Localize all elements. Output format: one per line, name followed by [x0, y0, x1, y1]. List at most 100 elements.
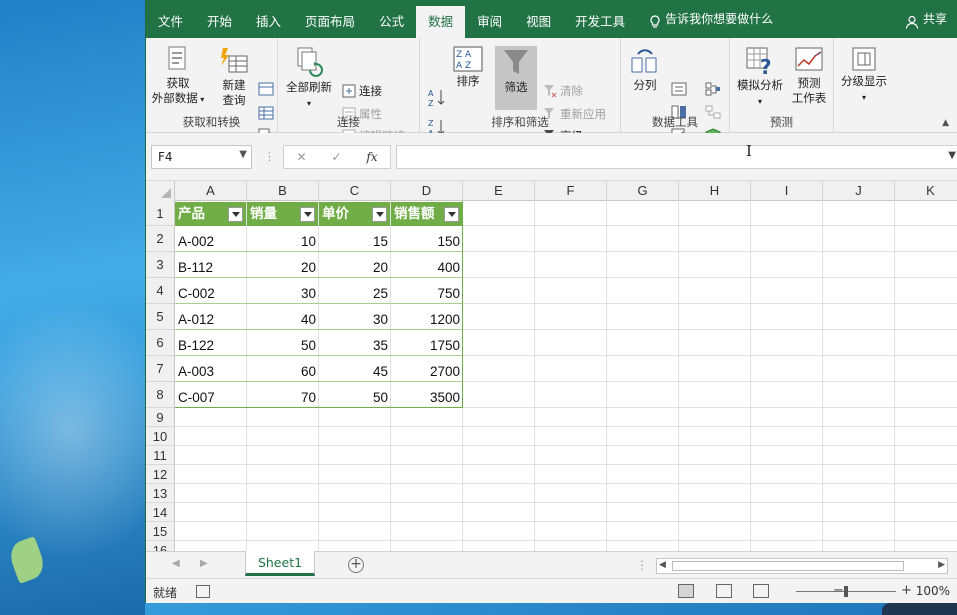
tab-4[interactable]: 公式 [367, 0, 416, 38]
table-cell[interactable]: 3500 [391, 382, 463, 408]
row-header[interactable]: 5 [146, 304, 175, 330]
sheet-tab-sheet1[interactable]: Sheet1 [245, 551, 315, 576]
formula-input[interactable] [396, 145, 957, 169]
table-cell[interactable]: B-112 [175, 252, 247, 278]
table-cell[interactable]: 70 [247, 382, 319, 408]
column-header[interactable]: H [679, 181, 751, 201]
zoom-slider-knob[interactable] [844, 586, 848, 597]
row-header[interactable]: 11 [146, 446, 175, 465]
worksheet-grid[interactable]: ABCDEFGHIJK 1 2 3 4 5 6 7 8 9 10 11 12 13 14 15 16 产品 销量单… [146, 181, 957, 551]
collapse-ribbon-icon[interactable]: ▲ [942, 118, 949, 128]
tab-3[interactable]: 页面布局 [293, 0, 367, 38]
tab-7[interactable]: 视图 [514, 0, 563, 38]
new-query-button[interactable]: 新建 查询 [212, 46, 256, 108]
formula-bar-grip[interactable]: ⋮ [264, 150, 275, 163]
enter-icon[interactable]: ✓ [331, 150, 341, 164]
sort-button[interactable]: Z AA Z 排序 [450, 46, 486, 89]
column-header[interactable]: G [607, 181, 679, 201]
table-cell[interactable]: 30 [319, 304, 391, 330]
tab-0[interactable]: 文件 [146, 0, 195, 38]
horizontal-scrollbar[interactable]: ◀ ▶ [656, 558, 948, 574]
row-header[interactable]: 6 [146, 330, 175, 356]
tell-me-box[interactable]: 告诉我你想要做什么 [637, 0, 773, 38]
outline-button[interactable]: 分级显示 ▾ [836, 46, 892, 105]
row-header[interactable]: 3 [146, 252, 175, 278]
table-cell[interactable]: 25 [319, 278, 391, 304]
next-sheet-icon[interactable]: ▶ [200, 558, 208, 569]
column-header[interactable]: F [535, 181, 607, 201]
row-header[interactable]: 1 [146, 201, 175, 226]
tab-1[interactable]: 开始 [195, 0, 244, 38]
cancel-icon[interactable]: ✕ [296, 150, 306, 164]
row-header[interactable]: 16 [146, 541, 175, 551]
row-header[interactable]: 10 [146, 427, 175, 446]
row-header[interactable]: 7 [146, 356, 175, 382]
tab-8[interactable]: 开发工具 [563, 0, 637, 38]
table-cell[interactable]: A-002 [175, 226, 247, 252]
share-button[interactable]: 共享 [905, 0, 947, 38]
row-header[interactable]: 4 [146, 278, 175, 304]
tab-5[interactable]: 数据 [416, 6, 466, 38]
column-header[interactable]: I [751, 181, 823, 201]
what-if-analysis-button[interactable]: ? 模拟分析 ▾ [734, 46, 786, 109]
row-header[interactable]: 13 [146, 484, 175, 503]
table-cell[interactable]: 15 [319, 226, 391, 252]
macro-record-icon[interactable] [196, 585, 210, 598]
column-header[interactable]: J [823, 181, 895, 201]
table-cell[interactable]: 60 [247, 356, 319, 382]
clear-filter-button[interactable]: 清除 [543, 83, 583, 99]
scroll-thumb[interactable] [672, 561, 904, 571]
column-header[interactable]: C [319, 181, 391, 201]
scroll-right-icon[interactable]: ▶ [938, 560, 945, 570]
table-cell[interactable]: 20 [247, 252, 319, 278]
insert-function-icon[interactable]: fx [366, 150, 377, 164]
prev-sheet-icon[interactable]: ◀ [172, 558, 180, 569]
table-cell[interactable]: 150 [391, 226, 463, 252]
page-break-view-icon[interactable] [753, 584, 769, 598]
tab-split-grip[interactable]: ⋮ [636, 558, 648, 572]
show-queries-icon[interactable] [258, 82, 274, 96]
flash-fill-icon[interactable] [671, 82, 687, 96]
table-cell[interactable]: 400 [391, 252, 463, 278]
row-header[interactable]: 2 [146, 226, 175, 252]
name-box-dropdown-icon[interactable]: ▼ [239, 149, 247, 160]
row-header[interactable]: 15 [146, 522, 175, 541]
column-header[interactable]: D [391, 181, 463, 201]
table-cell[interactable]: B-122 [175, 330, 247, 356]
filter-dropdown-icon[interactable] [372, 207, 387, 222]
table-cell[interactable]: 30 [247, 278, 319, 304]
zoom-in-icon[interactable]: + [901, 583, 912, 598]
filter-dropdown-icon[interactable] [300, 207, 315, 222]
forecast-sheet-button[interactable]: 预测 工作表 [786, 46, 832, 106]
consolidate-icon[interactable] [705, 82, 721, 96]
connections-button[interactable]: 连接 [342, 83, 382, 99]
sort-ascending-icon[interactable]: AZ [428, 88, 446, 108]
column-header[interactable]: B [247, 181, 319, 201]
filter-dropdown-icon[interactable] [228, 207, 243, 222]
filter-dropdown-icon[interactable] [444, 207, 459, 222]
table-cell[interactable]: 35 [319, 330, 391, 356]
zoom-percent[interactable]: 100% [916, 584, 950, 598]
column-header[interactable]: A [175, 181, 247, 201]
column-header[interactable]: K [895, 181, 957, 201]
name-box[interactable]: F4 ▼ [151, 145, 252, 169]
row-header[interactable]: 8 [146, 382, 175, 408]
table-cell[interactable]: 50 [247, 330, 319, 356]
tab-2[interactable]: 插入 [244, 0, 293, 38]
table-cell[interactable]: 1200 [391, 304, 463, 330]
table-cell[interactable]: 10 [247, 226, 319, 252]
row-header[interactable]: 14 [146, 503, 175, 522]
table-cell[interactable]: C-007 [175, 382, 247, 408]
page-layout-view-icon[interactable] [716, 584, 732, 598]
table-cell[interactable]: 1750 [391, 330, 463, 356]
table-cell[interactable]: 20 [319, 252, 391, 278]
table-cell[interactable]: 50 [319, 382, 391, 408]
get-external-data-button[interactable]: 获取 外部数据 ▾ [148, 46, 208, 107]
table-cell[interactable]: 45 [319, 356, 391, 382]
row-header[interactable]: 9 [146, 408, 175, 427]
normal-view-icon[interactable] [678, 584, 694, 598]
scroll-left-icon[interactable]: ◀ [659, 560, 666, 570]
table-cell[interactable]: 2700 [391, 356, 463, 382]
table-cell[interactable]: 750 [391, 278, 463, 304]
row-header[interactable]: 12 [146, 465, 175, 484]
